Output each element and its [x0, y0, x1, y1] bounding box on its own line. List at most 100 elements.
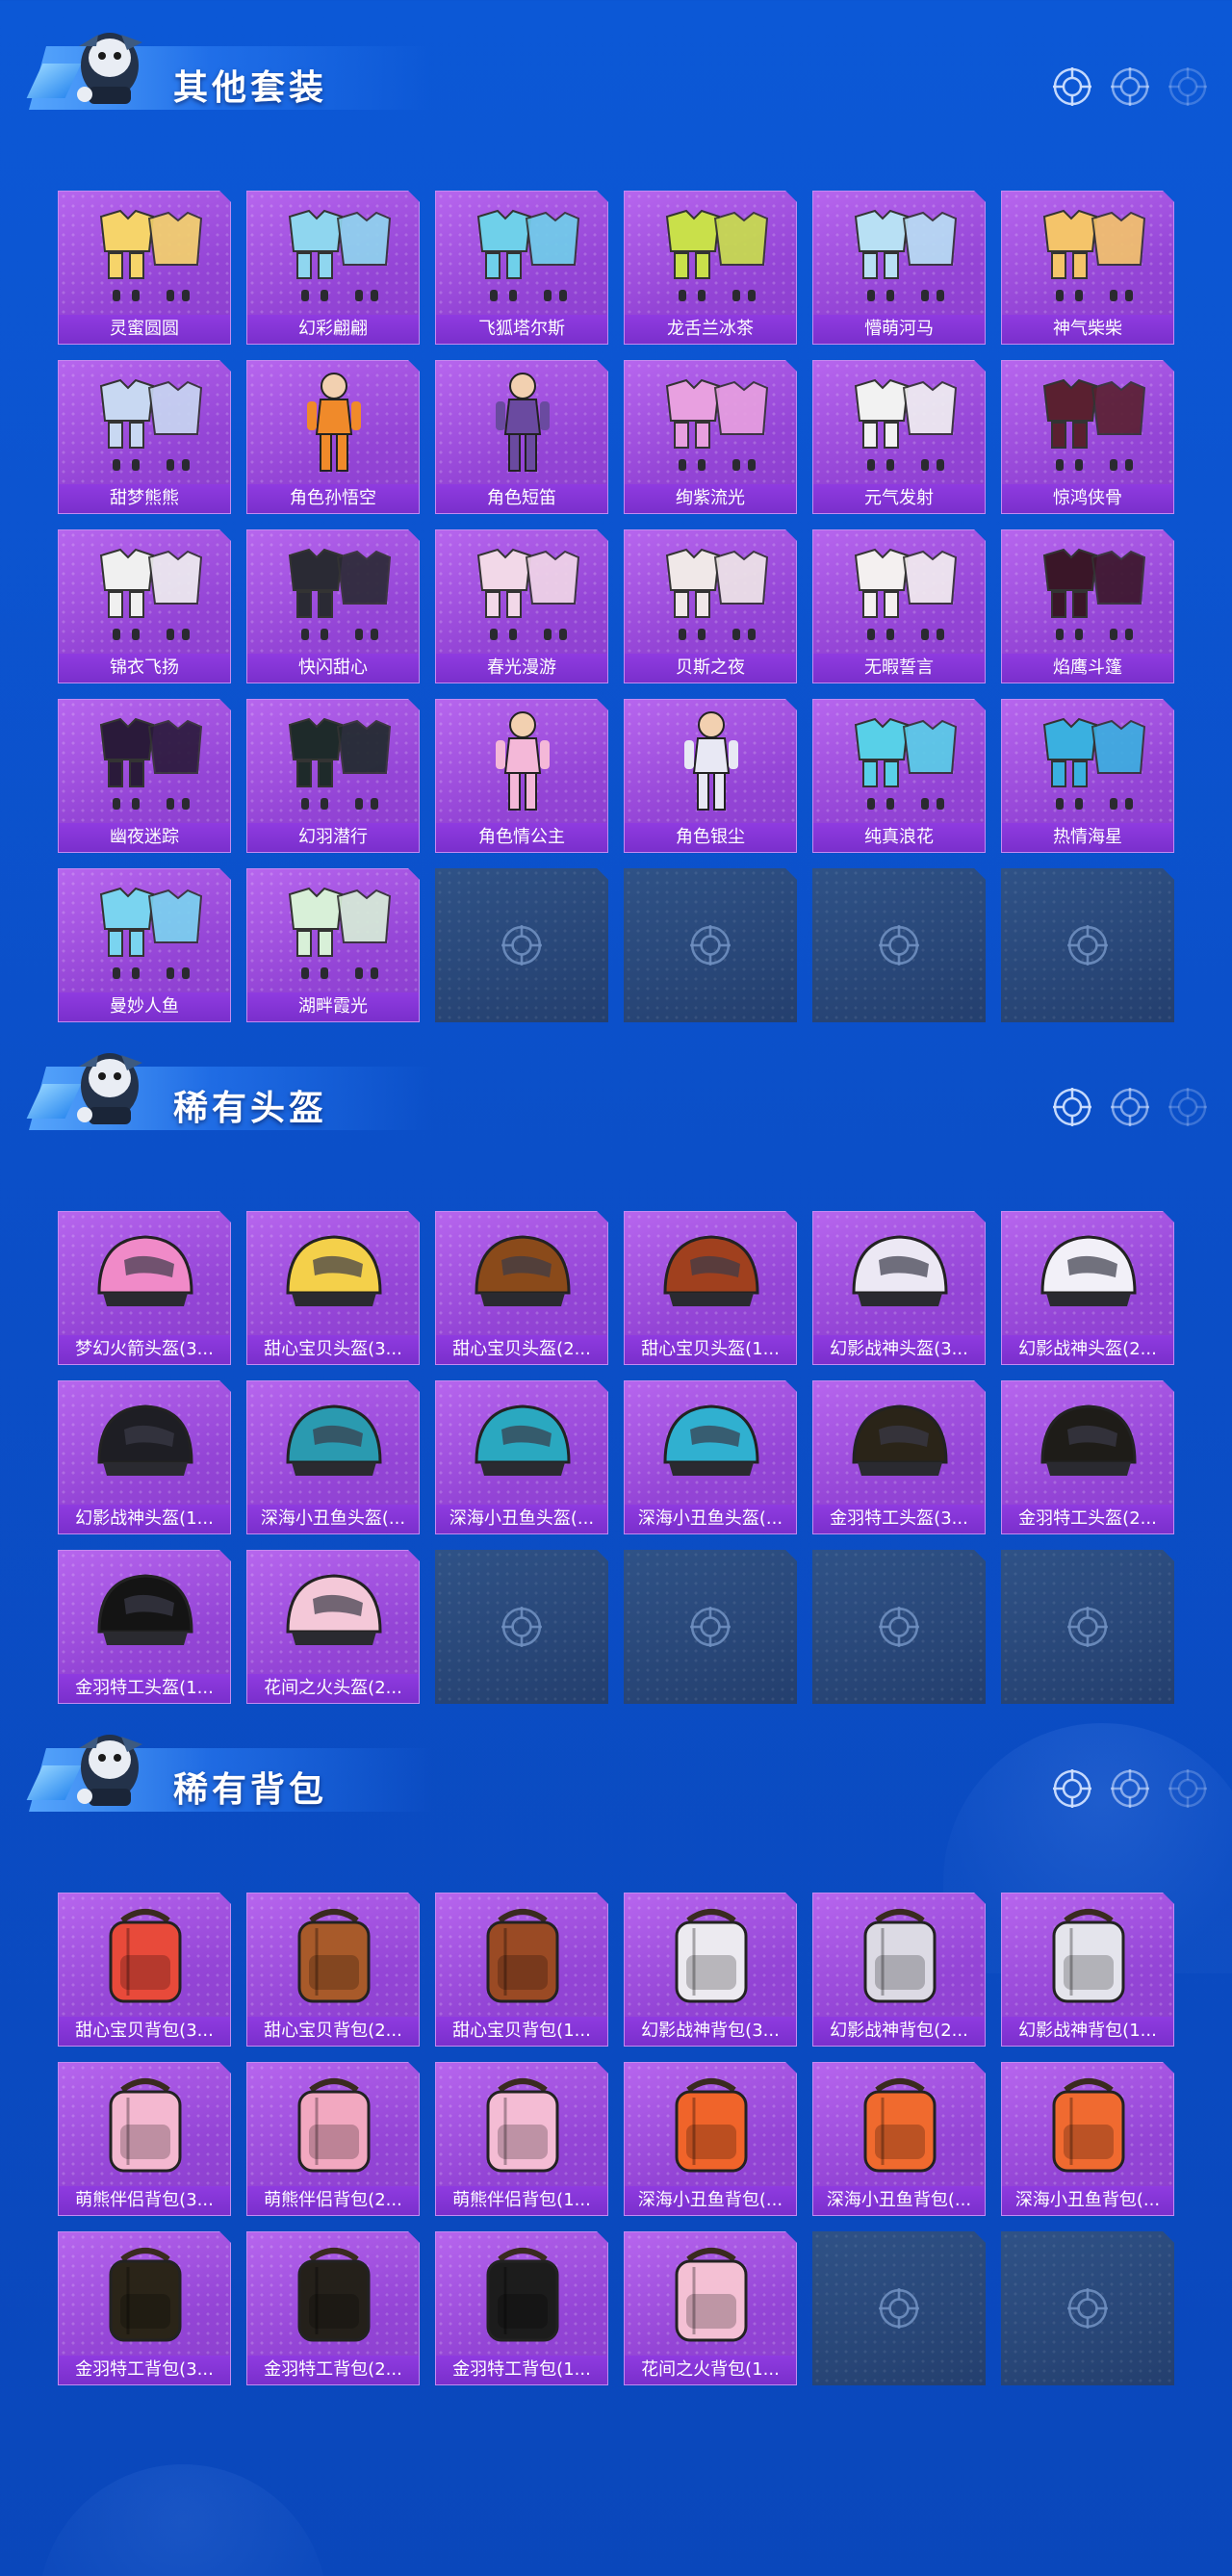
item-card[interactable]: 甜心宝贝背包(3...: [58, 1893, 231, 2047]
item-card[interactable]: 金羽特工背包(1...: [435, 2231, 608, 2385]
item-label: 纯真浪花: [813, 823, 985, 852]
section-header-crosshair-icons: [1051, 65, 1209, 108]
section-header-crosshair-icons: [1051, 1767, 1209, 1810]
item-card[interactable]: 角色短笛: [435, 360, 608, 514]
item-label: 湖畔霞光: [247, 992, 419, 1021]
crosshair-icon: [1109, 65, 1151, 108]
backpack-icon: [78, 2238, 213, 2350]
item-label: 金羽特工背包(2...: [247, 2356, 419, 2384]
item-card[interactable]: 金羽特工头盔(3...: [812, 1380, 986, 1534]
item-label: 深海小丑鱼头盔(...: [625, 1505, 796, 1533]
section-title: 其他套装: [173, 68, 328, 108]
item-label: 深海小丑鱼背包(...: [813, 2186, 985, 2215]
item-card[interactable]: 飞狐塔尔斯: [435, 191, 608, 345]
item-card[interactable]: 甜心宝贝头盔(3...: [246, 1211, 420, 1365]
item-card[interactable]: 梦幻火箭头盔(3...: [58, 1211, 231, 1365]
item-card[interactable]: 角色孙悟空: [246, 360, 420, 514]
item-label: 甜心宝贝背包(1...: [436, 2017, 607, 2046]
item-card[interactable]: 懵萌河马: [812, 191, 986, 345]
outfit-icon: [1021, 367, 1156, 478]
item-card[interactable]: 深海小丑鱼头盔(...: [246, 1380, 420, 1534]
item-card[interactable]: 甜心宝贝背包(1...: [435, 1893, 608, 2047]
outfit-icon: [455, 536, 590, 648]
backpack-icon: [833, 2069, 967, 2180]
crosshair-icon: [1051, 65, 1093, 108]
item-card[interactable]: 萌熊伴侣背包(3...: [58, 2062, 231, 2216]
item-card[interactable]: 甜梦熊熊: [58, 360, 231, 514]
character-icon: [644, 706, 779, 817]
item-card[interactable]: 焰鹰斗篷: [1001, 529, 1174, 683]
helmet-icon: [78, 1218, 213, 1329]
outfit-icon: [267, 536, 401, 648]
item-card[interactable]: 萌熊伴侣背包(1...: [435, 2062, 608, 2216]
helmet-icon: [267, 1218, 401, 1329]
item-label: 梦幻火箭头盔(3...: [59, 1335, 230, 1364]
item-card[interactable]: 深海小丑鱼背包(...: [624, 2062, 797, 2216]
item-card[interactable]: 幻影战神头盔(3...: [812, 1211, 986, 1365]
item-card[interactable]: 幻彩翩翩: [246, 191, 420, 345]
item-card[interactable]: 角色银尘: [624, 699, 797, 853]
item-label: 角色短笛: [436, 484, 607, 513]
item-card[interactable]: 金羽特工头盔(2...: [1001, 1380, 1174, 1534]
item-label: 幻影战神背包(2...: [813, 2017, 985, 2046]
outfit-icon: [78, 536, 213, 648]
item-card[interactable]: 灵蜜圆圆: [58, 191, 231, 345]
item-card[interactable]: 甜心宝贝头盔(1...: [624, 1211, 797, 1365]
crosshair-icon: [1051, 1086, 1093, 1128]
item-card[interactable]: 幻影战神背包(1...: [1001, 1893, 1174, 2047]
item-card[interactable]: 锦衣飞扬: [58, 529, 231, 683]
helmet-icon: [644, 1218, 779, 1329]
item-card[interactable]: 金羽特工背包(3...: [58, 2231, 231, 2385]
backpack-icon: [267, 1899, 401, 2011]
backpack-icon: [455, 2238, 590, 2350]
item-card[interactable]: 花间之火头盔(2...: [246, 1550, 420, 1704]
item-card[interactable]: 热情海星: [1001, 699, 1174, 853]
item-card[interactable]: 萌熊伴侣背包(2...: [246, 2062, 420, 2216]
item-card[interactable]: 湖畔霞光: [246, 868, 420, 1022]
item-label: 懵萌河马: [813, 315, 985, 344]
item-card[interactable]: 花间之火背包(1...: [624, 2231, 797, 2385]
backpack-icon: [78, 2069, 213, 2180]
item-card[interactable]: 幻影战神背包(2...: [812, 1893, 986, 2047]
item-card[interactable]: 快闪甜心: [246, 529, 420, 683]
outfit-icon: [644, 367, 779, 478]
outfit-icon: [78, 706, 213, 817]
item-card[interactable]: 幻影战神头盔(1...: [58, 1380, 231, 1534]
item-label: 深海小丑鱼头盔(...: [436, 1505, 607, 1533]
item-card[interactable]: 无暇誓言: [812, 529, 986, 683]
item-label: 幻影战神背包(3...: [625, 2017, 796, 2046]
item-card[interactable]: 绚紫流光: [624, 360, 797, 514]
item-card[interactable]: 纯真浪花: [812, 699, 986, 853]
crosshair-icon: [1051, 1767, 1093, 1810]
crosshair-icon: [1167, 65, 1209, 108]
item-card[interactable]: 金羽特工头盔(1...: [58, 1550, 231, 1704]
item-card[interactable]: 甜心宝贝头盔(2...: [435, 1211, 608, 1365]
item-card[interactable]: 曼妙人鱼: [58, 868, 231, 1022]
backpack-icon: [1021, 1899, 1156, 2011]
item-card[interactable]: 金羽特工背包(2...: [246, 2231, 420, 2385]
item-card[interactable]: 幻影战神背包(3...: [624, 1893, 797, 2047]
item-card[interactable]: 深海小丑鱼背包(...: [1001, 2062, 1174, 2216]
item-label: 角色银尘: [625, 823, 796, 852]
item-card[interactable]: 甜心宝贝背包(2...: [246, 1893, 420, 2047]
outfit-icon: [644, 536, 779, 648]
item-card[interactable]: 深海小丑鱼背包(...: [812, 2062, 986, 2216]
item-card[interactable]: 惊鸿侠骨: [1001, 360, 1174, 514]
item-card[interactable]: 幽夜迷踪: [58, 699, 231, 853]
item-label: 幽夜迷踪: [59, 823, 230, 852]
item-card[interactable]: 春光漫游: [435, 529, 608, 683]
item-card[interactable]: 幻影战神头盔(2...: [1001, 1211, 1174, 1365]
item-label: 深海小丑鱼头盔(...: [247, 1505, 419, 1533]
item-label: 元气发射: [813, 484, 985, 513]
item-card[interactable]: 深海小丑鱼头盔(...: [624, 1380, 797, 1534]
character-icon: [267, 367, 401, 478]
item-card[interactable]: 神气柴柴: [1001, 191, 1174, 345]
item-label: 花间之火头盔(2...: [247, 1674, 419, 1703]
outfit-icon: [1021, 706, 1156, 817]
item-card[interactable]: 贝斯之夜: [624, 529, 797, 683]
item-card[interactable]: 幻羽潜行: [246, 699, 420, 853]
item-card[interactable]: 元气发射: [812, 360, 986, 514]
item-card[interactable]: 深海小丑鱼头盔(...: [435, 1380, 608, 1534]
item-card[interactable]: 龙舌兰冰茶: [624, 191, 797, 345]
item-card[interactable]: 角色情公主: [435, 699, 608, 853]
